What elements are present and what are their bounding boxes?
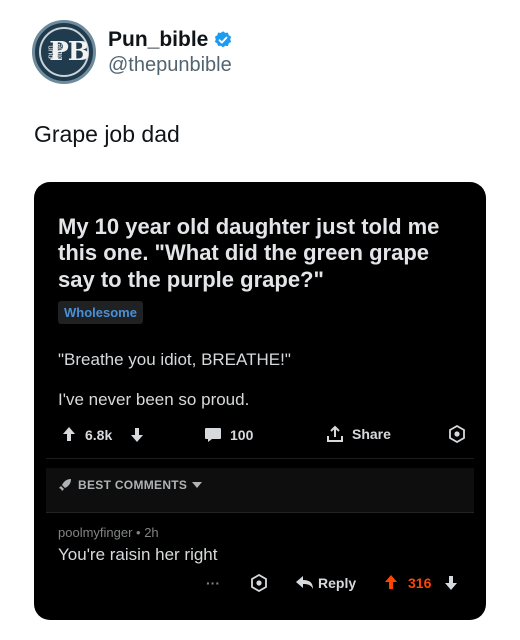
reply-button[interactable]: Reply — [296, 575, 356, 591]
account-names: Pun_bible @thepunbible — [108, 28, 233, 77]
upvote-arrow-icon — [385, 575, 397, 589]
sort-label: BEST COMMENTS — [78, 478, 188, 492]
avatar-monogram: PB — [49, 37, 90, 67]
comment-upvote-button[interactable] — [384, 574, 398, 590]
post-body-line: "Breathe you idiot, BREATHE!" — [58, 350, 291, 369]
display-name[interactable]: Pun_bible — [108, 28, 208, 52]
handle[interactable]: @thepunbible — [108, 54, 233, 77]
comment-award-button[interactable] — [250, 574, 268, 592]
comment-count: 100 — [230, 427, 254, 443]
tweet-header: pun bible PB Pun_bible @thepunbible — [32, 20, 233, 84]
verified-badge-icon — [215, 30, 232, 47]
comment-meta[interactable]: poolmyfinger • 2h — [58, 525, 159, 540]
comment-text: You're raisin her right — [58, 545, 218, 564]
upvote-arrow-icon — [63, 427, 75, 441]
upvote-button[interactable] — [62, 426, 76, 442]
sort-dropdown[interactable]: BEST COMMENTS — [58, 478, 203, 492]
post-title: My 10 year old daughter just told me thi… — [58, 214, 440, 292]
reddit-screenshot-card[interactable]: My 10 year old daughter just told me thi… — [34, 182, 486, 620]
reply-label: Reply — [318, 575, 357, 591]
tweet-text: Grape job dad — [34, 121, 180, 147]
post-score: 6.8k — [85, 427, 113, 443]
downvote-arrow-icon — [131, 428, 143, 442]
flair-badge[interactable]: Wholesome — [58, 301, 143, 324]
rocket-icon — [59, 479, 71, 491]
avatar[interactable]: pun bible PB — [32, 20, 96, 84]
comment-actions: ··· Reply 316 — [34, 572, 486, 596]
comment-bubble-icon — [205, 428, 221, 442]
comment-downvote-button[interactable] — [444, 575, 458, 591]
downvote-arrow-icon — [445, 576, 457, 590]
post-body-line: I've never been so proud. — [58, 390, 250, 409]
reply-arrow-icon — [296, 576, 313, 589]
award-button[interactable] — [448, 425, 466, 443]
share-label: Share — [352, 426, 391, 442]
divider — [46, 458, 474, 459]
share-button[interactable]: Share — [326, 425, 391, 443]
comment-score: 316 — [408, 575, 432, 591]
comments-button[interactable]: 100 — [204, 427, 253, 443]
award-icon — [449, 425, 465, 443]
divider — [46, 512, 474, 513]
share-icon — [327, 425, 343, 442]
caret-down-icon — [192, 482, 203, 488]
award-icon — [251, 574, 267, 592]
more-options-button[interactable]: ··· — [206, 575, 220, 591]
display-name-row: Pun_bible — [108, 28, 233, 52]
downvote-button[interactable] — [130, 427, 144, 443]
post-actions: 6.8k 100 Share — [56, 424, 466, 448]
